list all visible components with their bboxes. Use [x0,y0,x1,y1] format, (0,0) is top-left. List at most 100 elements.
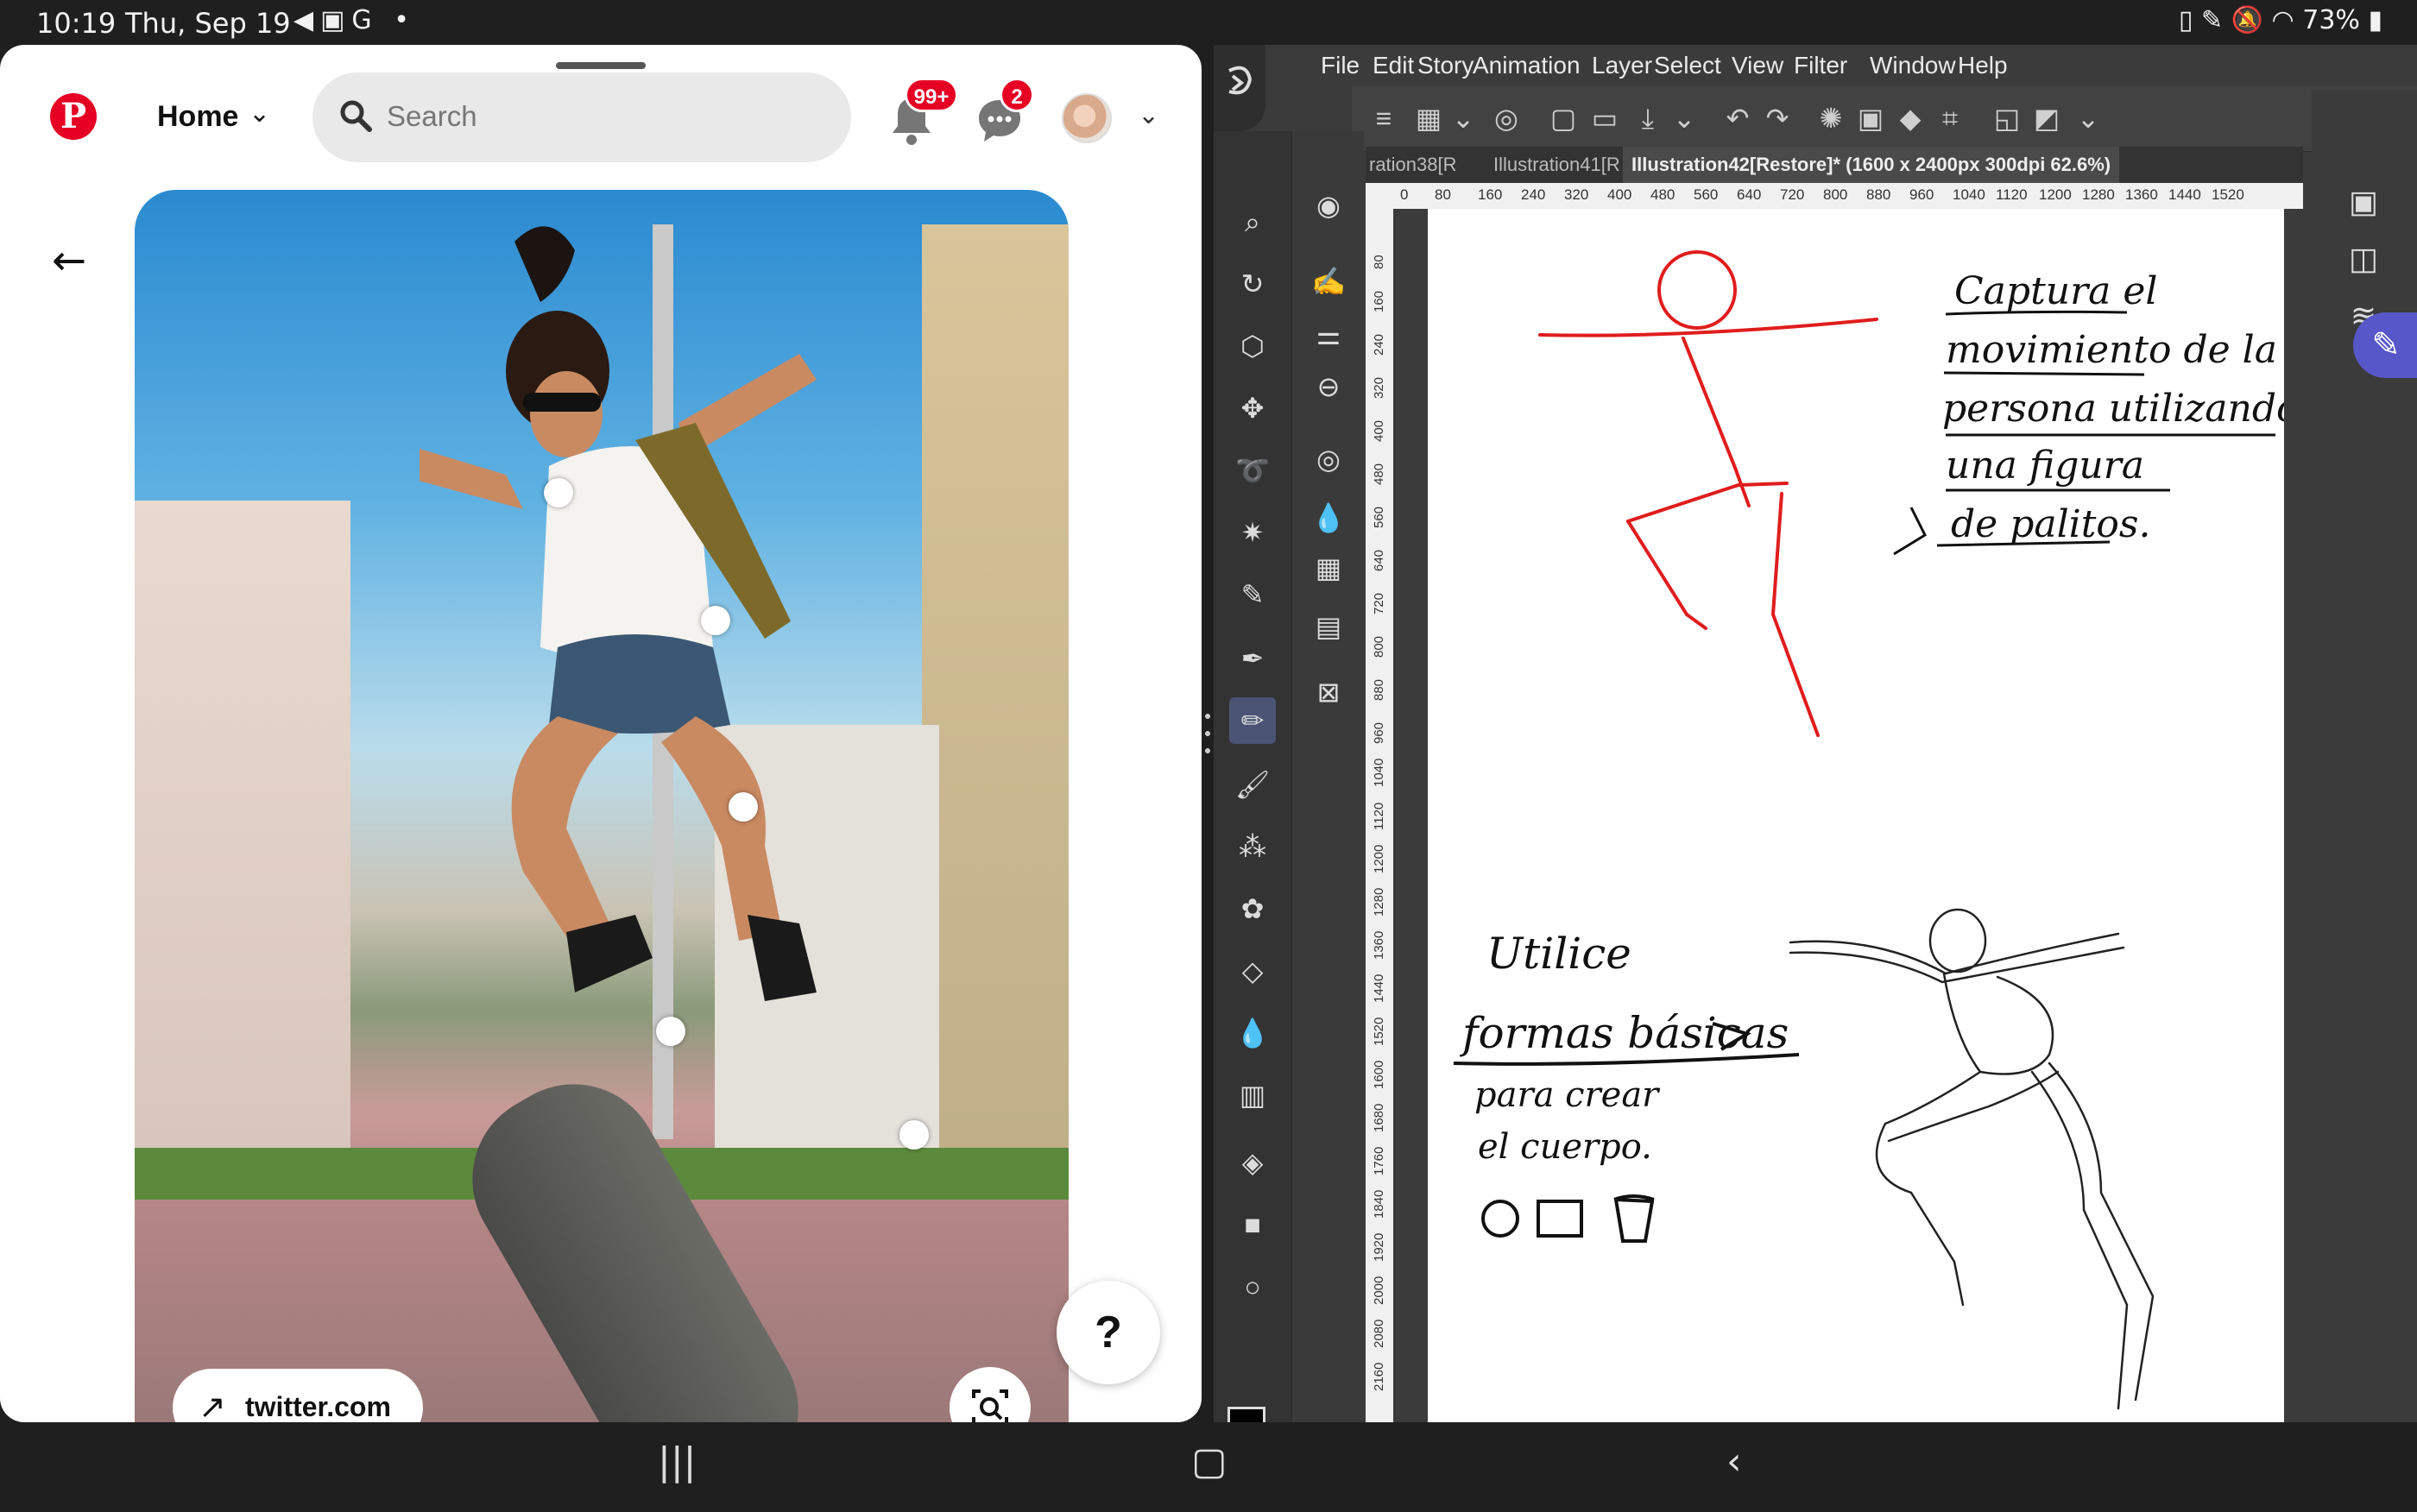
chevron-down-icon[interactable]: ⌄ [249,98,270,129]
transform-icon[interactable]: ⌗ [1930,98,1970,138]
split-handle[interactable] [1205,708,1210,759]
pin-image[interactable]: ↗ twitter.com [135,190,1069,1422]
avatar[interactable] [1062,93,1112,143]
ruler-tick: 160 [1478,186,1503,203]
zoom-tool-icon[interactable]: ⌕ [1229,198,1276,245]
color-set-icon[interactable]: 💧 [1306,495,1351,540]
canvas-window-icon[interactable]: ▣ [2341,180,2386,224]
shop-hotspot[interactable] [544,478,573,507]
material-icon[interactable]: ▦ [1306,545,1351,590]
decoration-tool-icon[interactable]: ✿ [1229,885,1276,932]
source-link-button[interactable]: ↗ twitter.com [173,1369,423,1422]
redo-icon[interactable]: ↷ [1758,98,1797,138]
photo-building-right [922,224,1069,1174]
color-wheel-icon[interactable]: ◎ [1306,437,1351,482]
3d-object-tool-icon[interactable]: ⬡ [1229,323,1276,369]
menu-layer[interactable]: Layer [1592,52,1652,79]
selection-icon[interactable]: ▣ [1851,98,1890,138]
menu-help[interactable]: Help [1958,52,2008,79]
main-color-swatch[interactable] [1227,1407,1265,1422]
home-dropdown[interactable]: Home [157,100,238,134]
recent-apps-icon[interactable]: ||| [658,1440,696,1484]
ruler-tick: 1120 [1996,186,2028,203]
brush-tool-icon[interactable]: 🖌 [1229,761,1276,808]
eraser-tool-icon[interactable]: ◇ [1229,948,1276,994]
layer-property-icon[interactable]: ◫ [2341,236,2386,281]
home-icon[interactable]: ▢ [1191,1440,1227,1484]
chevron-down-icon[interactable]: ⌄ [1664,98,1704,138]
shop-hotspot[interactable] [729,792,758,822]
invert-selection-icon[interactable]: ◱ [1987,98,2027,138]
rotate-tool-icon[interactable]: ↻ [1229,261,1276,307]
shop-hotspot[interactable] [656,1017,685,1046]
app-logo-icon[interactable] [1214,45,1265,131]
figure-tool-icon[interactable]: ○ [1229,1263,1276,1310]
timeline-icon[interactable]: ▤ [1306,604,1351,649]
pen-tool-icon[interactable]: ✒ [1229,635,1276,682]
account-chevron-down-icon[interactable]: ⌄ [1138,100,1159,130]
menu-select[interactable]: Select [1654,52,1721,79]
open-folder-icon[interactable]: ▭ [1585,98,1625,138]
clip-studio-icon[interactable]: ◎ [1486,98,1526,138]
menu-animation[interactable]: Animation [1473,52,1581,79]
ruler-v-tick: 960 [1372,722,1386,744]
navigation-bar: ||| ▢ ‹ [0,1422,2417,1512]
fill-icon[interactable]: ◆ [1890,98,1930,138]
chevron-down-icon[interactable]: ⌄ [1443,98,1483,138]
eyedropper-tool-icon[interactable]: ✎ [1229,571,1276,618]
notes-top: Captura el movimiento de la persona util… [1942,269,2284,546]
close-panel-icon[interactable]: ⊠ [1306,670,1351,715]
new-file-icon[interactable]: ▢ [1543,98,1583,138]
color-swatches[interactable] [1224,1403,1276,1422]
bucket-tool-icon[interactable]: ◈ [1229,1139,1276,1186]
gradient-tool-icon[interactable]: ■ [1229,1201,1276,1248]
blend-tool-icon[interactable]: 💧 [1229,1010,1276,1056]
help-button[interactable]: ? [1057,1281,1160,1384]
pinterest-logo-icon[interactable]: P [50,93,97,140]
window-drag-handle[interactable] [556,62,646,69]
search-input[interactable]: Search [312,72,851,162]
edit-pencil-button[interactable]: ✎ [2353,312,2417,378]
airbrush-tool-icon[interactable]: ⁂ [1229,823,1276,870]
chevron-down-icon[interactable]: ⌄ [2068,98,2108,138]
menu-bar: File Edit Story Animation Layer Select V… [1265,45,2417,86]
auto-select-tool-icon[interactable]: ✷ [1229,509,1276,556]
ruler-v-tick: 1920 [1372,1233,1386,1262]
back-icon[interactable]: ‹ [1726,1440,1742,1484]
pencil-tool-icon[interactable]: ✏ [1229,697,1276,744]
menu-edit[interactable]: Edit [1373,52,1414,79]
navigator-icon[interactable]: ◉ [1306,183,1351,228]
save-icon[interactable]: ⤓ [1628,98,1668,138]
tab-illustration38[interactable]: ration38[R [1369,154,1457,176]
menu-story[interactable]: Story [1417,52,1474,79]
shop-hotspot[interactable] [701,606,730,635]
lasso-tool-icon[interactable]: ➰ [1229,447,1276,494]
tab-illustration41[interactable]: Illustration41[R [1493,154,1620,176]
fill-tool-icon[interactable]: ▥ [1229,1072,1276,1118]
sub-tool-icon[interactable]: ✍ [1306,259,1351,304]
shop-hotspot[interactable] [899,1120,929,1150]
ruler-tick: 1200 [2039,186,2072,203]
ruler-v-tick: 2000 [1372,1276,1386,1305]
note2-line: Utilice [1486,929,1631,979]
stylus-icon: ✎ [2200,5,2224,35]
brush-size-icon[interactable]: ⊖ [1306,364,1351,409]
photo-skater [420,226,817,1001]
back-arrow-icon[interactable]: ← [52,236,86,285]
ruler-v-tick: 1200 [1372,845,1386,873]
menu-hamburger-icon[interactable]: ≡ [1364,98,1404,138]
drawing-canvas[interactable]: Captura el movimiento de la persona util… [1428,209,2284,1422]
menu-file[interactable]: File [1321,52,1360,79]
menu-filter[interactable]: Filter [1794,52,1847,79]
tab-illustration42[interactable]: Illustration42[Restore]* (1600 x 2400px … [1623,147,2120,183]
visual-search-button[interactable] [950,1367,1031,1422]
ruler-tick: 640 [1737,186,1762,203]
show-selection-icon[interactable]: ◩ [2027,98,2067,138]
clear-selection-icon[interactable]: ✺ [1811,98,1851,138]
ruler-v-tick: 640 [1372,550,1386,571]
undo-icon[interactable]: ↶ [1718,98,1758,138]
menu-view[interactable]: View [1732,52,1783,79]
tool-property-icon[interactable]: ⚌ [1306,312,1351,357]
move-tool-icon[interactable]: ✥ [1229,385,1276,432]
menu-window[interactable]: Window [1870,52,1956,79]
